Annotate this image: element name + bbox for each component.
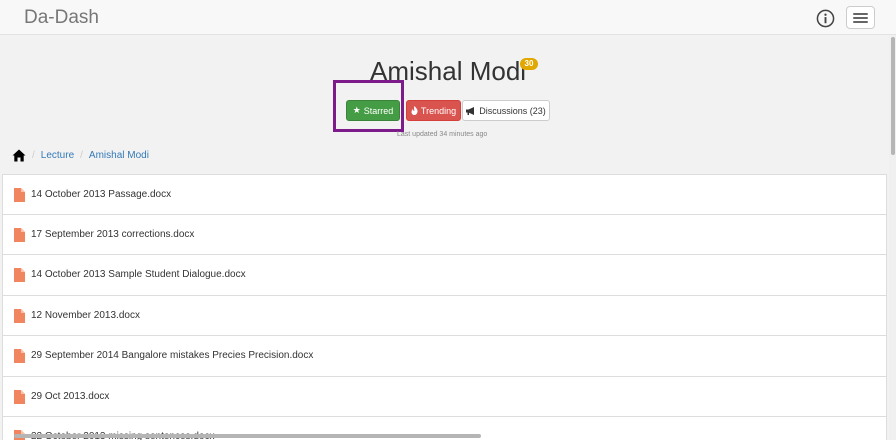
breadcrumb-separator: / [80, 149, 83, 161]
navbar: Da-Dash [0, 0, 896, 35]
breadcrumb: / Lecture / Amishal Modi [12, 148, 149, 162]
megaphone-icon [466, 106, 475, 115]
info-icon[interactable] [816, 9, 835, 28]
file-name[interactable]: 17 September 2013 corrections.docx [31, 229, 194, 240]
fire-icon [411, 106, 418, 115]
home-icon[interactable] [12, 149, 26, 162]
file-icon [14, 268, 25, 282]
file-icon [14, 349, 25, 363]
discussions-button[interactable]: Discussions (23) [462, 100, 550, 121]
hamburger-menu-icon [853, 13, 868, 15]
menu-toggle-button[interactable] [846, 6, 875, 29]
file-icon [14, 389, 25, 404]
horizontal-scrollbar-thumb[interactable] [14, 434, 481, 438]
file-row[interactable]: 14 October 2013 Sample Student Dialogue.… [2, 255, 887, 296]
file-row[interactable]: 12 November 2013.docx [2, 295, 887, 336]
file-icon [14, 188, 25, 202]
file-name[interactable]: 14 October 2013 Sample Student Dialogue.… [31, 269, 246, 280]
file-row[interactable]: 17 September 2013 corrections.docx [2, 214, 887, 255]
file-name[interactable]: 12 November 2013.docx [31, 310, 140, 321]
highlight-box [333, 80, 404, 132]
vertical-scrollbar-thumb[interactable] [891, 37, 895, 155]
breadcrumb-item-lecture[interactable]: Lecture [41, 150, 74, 161]
file-icon [14, 308, 25, 323]
breadcrumb-separator: / [32, 149, 35, 161]
file-name[interactable]: 14 October 2013 Passage.docx [31, 189, 171, 200]
file-name[interactable]: 29 September 2014 Bangalore mistakes Pre… [31, 350, 313, 361]
trending-button[interactable]: Trending [406, 100, 461, 121]
file-row[interactable]: 29 September 2014 Bangalore mistakes Pre… [2, 336, 887, 377]
breadcrumb-item-amishal-modi[interactable]: Amishal Modi [89, 150, 149, 161]
count-badge: 30 [520, 58, 538, 70]
brand-logo[interactable]: Da-Dash [24, 7, 99, 29]
file-row[interactable]: 29 Oct 2013.docx [2, 376, 887, 417]
last-updated-text: Last updated 34 minutes ago [397, 131, 488, 138]
file-list: 14 October 2013 Passage.docx 17 Septembe… [2, 174, 887, 440]
file-row[interactable]: 14 October 2013 Passage.docx [2, 174, 887, 215]
file-icon [14, 227, 25, 242]
file-name[interactable]: 29 Oct 2013.docx [31, 391, 109, 402]
